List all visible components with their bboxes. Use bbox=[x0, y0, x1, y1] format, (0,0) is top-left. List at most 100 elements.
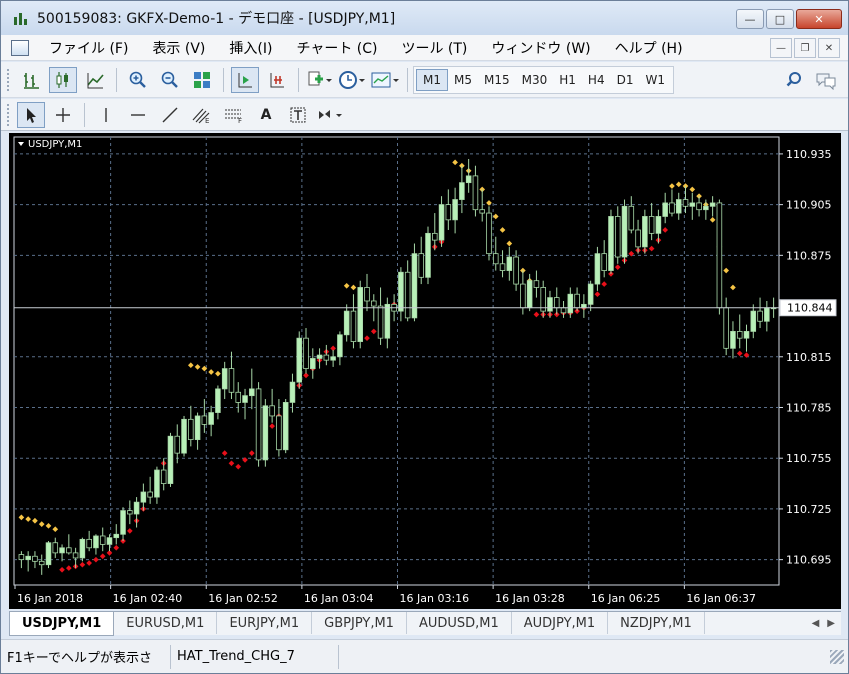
minimize-button[interactable]: — bbox=[736, 9, 764, 29]
mdi-close-button[interactable]: ✕ bbox=[818, 38, 840, 58]
text-label-icon[interactable] bbox=[284, 102, 312, 128]
timeframe-m30[interactable]: M30 bbox=[516, 69, 554, 91]
zoom-in-icon[interactable] bbox=[124, 67, 152, 93]
timeframe-d1[interactable]: D1 bbox=[611, 69, 640, 91]
trend-line-icon[interactable] bbox=[156, 102, 184, 128]
x-tick-label: 16 Jan 03:28 bbox=[495, 592, 565, 605]
title-bar[interactable]: 500159083: GKFX-Demo-1 - デモ口座 - [USDJPY,… bbox=[1, 1, 848, 35]
candle-body bbox=[486, 212, 492, 255]
price-chart[interactable]: 110.935 110.905 110.875 110.815 110.785 110.7… bbox=[9, 133, 841, 609]
candle-body bbox=[269, 405, 275, 417]
candle-body bbox=[560, 307, 567, 314]
sar-dot-bull bbox=[65, 565, 72, 571]
sar-dot-bear bbox=[194, 364, 201, 370]
tab-eurjpy-m1[interactable]: EURJPY,M1 bbox=[217, 612, 313, 634]
candle-body bbox=[520, 283, 526, 309]
horizontal-line-icon[interactable] bbox=[124, 102, 152, 128]
arrows-menu-icon[interactable] bbox=[316, 102, 346, 128]
timeframe-m15[interactable]: M15 bbox=[478, 69, 516, 91]
candle-body bbox=[296, 337, 303, 383]
candle-body bbox=[682, 199, 689, 207]
candle-body bbox=[736, 331, 743, 339]
resize-grip-icon[interactable] bbox=[830, 649, 844, 664]
candle-body bbox=[310, 358, 316, 370]
close-button[interactable]: ✕ bbox=[796, 9, 842, 29]
sar-dot-bear bbox=[208, 369, 214, 375]
candle-body bbox=[25, 555, 31, 561]
periods-clock-icon[interactable] bbox=[338, 67, 366, 93]
main-window: 500159083: GKFX-Demo-1 - デモ口座 - [USDJPY,… bbox=[0, 0, 849, 674]
candle-body bbox=[499, 263, 506, 271]
menu-help[interactable]: ヘルプ (H) bbox=[603, 38, 695, 58]
sar-dot-bull bbox=[221, 450, 228, 456]
maximize-button[interactable]: □ bbox=[766, 9, 794, 29]
menu-bar: ファイル (F) 表示 (V) 挿入(I) チャート (C) ツール (T) ウ… bbox=[1, 35, 848, 61]
x-tick-label: 16 Jan 06:25 bbox=[591, 592, 661, 605]
candle-body bbox=[120, 510, 126, 535]
chart-canvas[interactable]: 110.935 110.905 110.875 110.815 110.785 110.7… bbox=[9, 133, 841, 609]
tab-audusd-m1[interactable]: AUDUSD,M1 bbox=[407, 612, 512, 634]
fibonacci-retracement-icon[interactable]: F bbox=[220, 102, 248, 128]
candle-body bbox=[38, 560, 45, 566]
chart-shift-icon[interactable] bbox=[263, 67, 291, 93]
mdi-restore-button[interactable]: ❐ bbox=[794, 38, 816, 58]
tab-eurusd-m1[interactable]: EURUSD,M1 bbox=[114, 612, 218, 634]
toolbar-grip[interactable] bbox=[7, 68, 11, 91]
candle-body bbox=[79, 538, 86, 559]
sar-dot-bull bbox=[614, 264, 621, 271]
search-icon[interactable] bbox=[780, 67, 808, 93]
text-tool-icon[interactable]: A bbox=[252, 102, 280, 128]
timeframe-h1[interactable]: H1 bbox=[553, 69, 582, 91]
candle-body bbox=[696, 202, 702, 211]
x-tick-label: 16 Jan 02:40 bbox=[113, 592, 183, 605]
tab-usdjpy-m1[interactable]: USDJPY,M1 bbox=[9, 612, 115, 636]
mdi-minimize-button[interactable]: — bbox=[770, 38, 792, 58]
toolbar-grip-2[interactable] bbox=[7, 103, 11, 126]
document-icon[interactable] bbox=[11, 39, 29, 56]
timeframe-w1[interactable]: W1 bbox=[639, 69, 671, 91]
candle-body bbox=[438, 204, 445, 241]
tab-nzdjpy-m1[interactable]: NZDJPY,M1 bbox=[608, 612, 705, 634]
auto-scroll-icon[interactable] bbox=[231, 66, 259, 93]
timeframe-m5[interactable]: M5 bbox=[448, 69, 478, 91]
candle-body bbox=[655, 216, 662, 234]
timeframe-h4[interactable]: H4 bbox=[582, 69, 611, 91]
status-help-text: F1キーでヘルプが表示さ bbox=[1, 644, 171, 669]
cursor-icon[interactable] bbox=[17, 101, 45, 128]
bar-chart-icon[interactable] bbox=[17, 67, 45, 93]
menu-tools[interactable]: ツール (T) bbox=[389, 38, 479, 58]
menu-window[interactable]: ウィンドウ (W) bbox=[479, 38, 602, 58]
indicators-icon[interactable] bbox=[306, 67, 334, 93]
menu-chart[interactable]: チャート (C) bbox=[284, 38, 389, 58]
sar-dot-bull bbox=[736, 350, 743, 357]
candle-body bbox=[418, 253, 424, 278]
candle-body bbox=[411, 253, 418, 319]
menu-file[interactable]: ファイル (F) bbox=[37, 38, 140, 58]
sar-dot-bear bbox=[215, 370, 221, 377]
candle-body bbox=[282, 402, 289, 451]
candle-body bbox=[689, 202, 696, 207]
crosshair-icon[interactable] bbox=[49, 102, 77, 128]
x-tick-label: 16 Jan 2018 bbox=[17, 592, 83, 605]
zoom-out-icon[interactable] bbox=[156, 67, 184, 93]
vertical-line-icon[interactable] bbox=[92, 102, 120, 128]
timeframe-m1[interactable]: M1 bbox=[416, 68, 448, 91]
text-tool-label: A bbox=[260, 106, 272, 123]
candle-body bbox=[249, 388, 255, 397]
menu-insert[interactable]: 挿入(I) bbox=[217, 38, 284, 58]
tab-scroll-right-icon[interactable]: ▶ bbox=[827, 618, 835, 629]
symbol-dropdown-icon bbox=[18, 142, 24, 146]
chat-icon[interactable] bbox=[812, 67, 840, 93]
sar-dot-bear bbox=[723, 267, 730, 274]
tab-audjpy-m1[interactable]: AUDJPY,M1 bbox=[512, 612, 609, 634]
candlestick-chart-icon[interactable] bbox=[49, 66, 77, 93]
equidistant-channel-icon[interactable]: E bbox=[188, 102, 216, 128]
tab-scroll-left-icon[interactable]: ◀ bbox=[812, 618, 820, 629]
tile-windows-icon[interactable] bbox=[188, 67, 216, 93]
candle-body bbox=[669, 202, 675, 214]
tab-gbpjpy-m1[interactable]: GBPJPY,M1 bbox=[312, 612, 407, 634]
menu-view[interactable]: 表示 (V) bbox=[140, 38, 217, 58]
templates-icon[interactable] bbox=[370, 67, 400, 93]
line-chart-icon[interactable] bbox=[81, 67, 109, 93]
candle-body bbox=[526, 280, 533, 309]
